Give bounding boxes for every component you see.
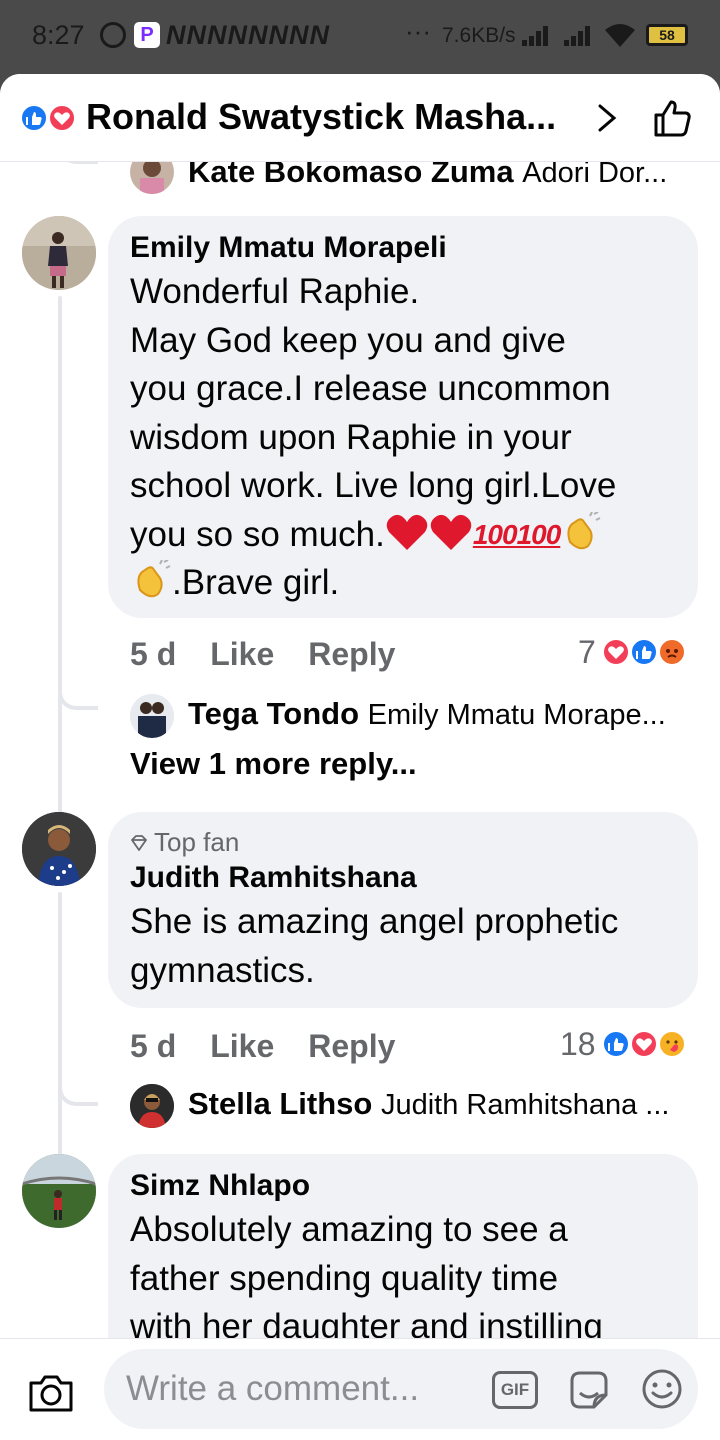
comment-age: 5 d	[130, 1028, 177, 1064]
comment-text: Wonderful Raphie. May God keep you and g…	[130, 268, 676, 608]
notification-icons: NNNNNNNN	[166, 20, 330, 50]
comment-line: you grace.I release uncommon	[130, 369, 611, 408]
reply-preview-row[interactable]: Tega Tondo Emily Mmatu Morape...	[130, 692, 700, 738]
comment-input-container[interactable]: GIF	[104, 1349, 698, 1429]
comment-line-text: .Brave girl.	[172, 563, 340, 602]
view-more-replies-link[interactable]: View 1 more reply...	[130, 746, 417, 782]
like-button[interactable]: Like	[210, 636, 274, 672]
avatar[interactable]	[22, 812, 96, 886]
reaction-summary[interactable]: 18	[560, 1026, 696, 1062]
hundred-points-icon: 100	[472, 518, 518, 550]
reply-button[interactable]: Reply	[308, 1028, 395, 1064]
love-reaction-icon	[48, 104, 76, 132]
app-p-icon: P	[134, 22, 160, 48]
comment-composer: GIF	[0, 1338, 720, 1440]
reaction-count: 7	[578, 634, 596, 670]
reply-preview-row[interactable]: Kate Bokomaso Zuma Adori Dor...	[130, 162, 700, 204]
top-fan-label: Top fan	[154, 827, 240, 857]
avatar[interactable]	[130, 162, 174, 194]
care-reaction-icon	[658, 1030, 686, 1058]
comments-sheet: Ronald Swatystick Masha... Kate Bokomaso…	[0, 74, 720, 1440]
comment-line: with her daughter and instilling	[130, 1307, 603, 1338]
signal-icon-2	[564, 26, 594, 46]
sheet-header: Ronald Swatystick Masha...	[0, 74, 720, 162]
whatsapp-icon	[100, 22, 126, 48]
hundred-points-icon: 100	[516, 518, 562, 550]
reply-preview-row[interactable]: Stella Lithso Judith Ramhitshana ...	[130, 1082, 700, 1128]
avatar[interactable]	[130, 1084, 174, 1128]
comment-line: Wonderful Raphie.	[130, 272, 420, 311]
comment-actions: 5 d Like Reply	[130, 1028, 429, 1065]
comment-bubble[interactable]: Simz Nhlapo Absolutely amazing to see a …	[108, 1154, 698, 1338]
wifi-icon	[605, 24, 635, 47]
love-reaction-icon	[630, 1030, 658, 1058]
more-notifications-icon: ···	[405, 16, 431, 46]
thread-connector	[58, 1080, 98, 1106]
reply-author-name[interactable]: Tega Tondo Emily Mmatu Morape...	[188, 696, 666, 732]
comment-input[interactable]	[126, 1367, 476, 1411]
comment-text: She is amazing angel prophetic gymnastic…	[130, 898, 676, 995]
reply-button[interactable]: Reply	[308, 636, 395, 672]
diamond-icon	[131, 835, 147, 851]
comment-line: father spending quality time	[130, 1258, 559, 1298]
post-author-title: Ronald Swatystick Masha...	[86, 96, 557, 137]
love-reaction-icon	[602, 638, 630, 666]
avatar[interactable]	[22, 1154, 96, 1228]
comment-actions: 5 d Like Reply	[130, 636, 429, 673]
like-button[interactable]: Like	[210, 1028, 274, 1064]
status-bar: 8:27 P NNNNNNNN ··· 7.6KB/s 58	[0, 0, 720, 74]
comment-text: Absolutely amazing to see a father spend…	[130, 1206, 676, 1338]
angry-reaction-icon	[658, 638, 686, 666]
reply-author-name[interactable]: Stella Lithso Judith Ramhitshana ...	[188, 1086, 669, 1122]
header-reactions[interactable]	[20, 104, 80, 134]
comment-bubble[interactable]: Emily Mmatu Morapeli Wonderful Raphie. M…	[108, 216, 698, 618]
comment-line: wisdom upon Raphie in your	[130, 417, 572, 457]
network-speed: 7.6KB/s	[442, 24, 516, 47]
comment-line: you so so much. 100100	[130, 511, 676, 560]
comment-line: She is amazing angel prophetic	[130, 902, 619, 941]
like-reaction-icon	[630, 638, 658, 666]
battery-icon: 58	[646, 24, 688, 46]
comment-age: 5 d	[130, 636, 177, 672]
avatar[interactable]	[22, 216, 96, 290]
comments-list: Kate Bokomaso Zuma Adori Dor... Emily Mm…	[0, 162, 720, 1338]
thumbs-up-icon[interactable]	[652, 98, 692, 138]
thread-connector	[58, 684, 98, 710]
comment-line: gymnastics.	[130, 950, 315, 990]
comment-line: May God keep you and give	[130, 320, 566, 360]
signal-icon	[522, 26, 552, 46]
red-heart-icon	[430, 514, 472, 550]
comment-bubble[interactable]: Top fan Judith Ramhitshana She is amazin…	[108, 812, 698, 1008]
comment-line-text: you so so much.	[130, 514, 385, 554]
red-heart-icon	[386, 514, 428, 550]
emoji-icon[interactable]	[640, 1367, 684, 1411]
clapping-hands-icon	[137, 560, 171, 598]
comment-author-name[interactable]: Judith Ramhitshana	[130, 860, 676, 896]
like-reaction-icon	[20, 104, 48, 132]
reply-preview-text: Emily Mmatu Morape...	[367, 699, 666, 731]
reply-preview-text: Judith Ramhitshana ...	[380, 1089, 670, 1121]
thread-connector	[58, 162, 98, 164]
reaction-summary[interactable]: 7	[578, 634, 696, 670]
status-time: 8:27	[32, 20, 85, 50]
reaction-count: 18	[560, 1026, 596, 1062]
like-reaction-icon	[602, 1030, 630, 1058]
top-fan-badge: Top fan	[130, 826, 676, 858]
comment-line: Absolutely amazing to see a	[130, 1210, 568, 1249]
sticker-icon[interactable]	[566, 1367, 612, 1413]
comment-author-name[interactable]: Emily Mmatu Morapeli	[130, 230, 676, 266]
gif-icon[interactable]: GIF	[492, 1371, 538, 1409]
reply-preview-text: Adori Dor...	[522, 162, 668, 189]
clapping-hands-icon	[567, 511, 601, 549]
avatar[interactable]	[130, 694, 174, 738]
thread-line	[58, 296, 62, 840]
reply-author-name[interactable]: Kate Bokomaso Zuma Adori Dor...	[188, 162, 667, 190]
comment-line: .Brave girl.	[130, 559, 676, 608]
chevron-right-icon[interactable]	[596, 104, 618, 132]
comment-line: school work. Live long girl.Love	[130, 466, 617, 505]
camera-icon[interactable]	[28, 1373, 74, 1413]
comment-author-name[interactable]: Simz Nhlapo	[130, 1168, 676, 1204]
